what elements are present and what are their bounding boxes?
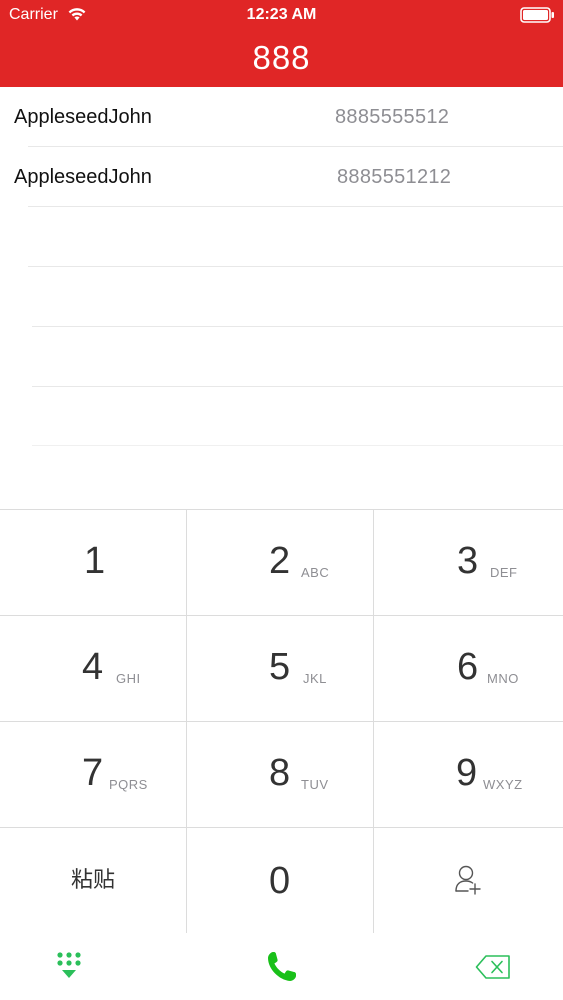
key-letters: TUV (301, 777, 329, 792)
status-time: 12:23 AM (246, 6, 317, 23)
key-digit: 8 (269, 752, 291, 794)
key-letters: GHI (116, 671, 141, 686)
key-1[interactable]: 1 (0, 510, 187, 616)
contact-results-list: AppleseedJohn 8885555512 AppleseedJohn 8… (0, 87, 563, 507)
key-digit: 5 (269, 646, 291, 688)
key-0[interactable]: 0 (187, 828, 374, 934)
row-divider (28, 206, 563, 207)
key-letters: DEF (490, 565, 518, 580)
key-3[interactable]: 3 DEF (374, 510, 563, 616)
key-digit: 0 (269, 860, 291, 902)
key-letters: WXYZ (483, 777, 523, 792)
key-digit: 6 (457, 646, 479, 688)
header: Carrier 12:23 AM 888 (0, 0, 563, 87)
contact-result-row[interactable]: AppleseedJohn 8885551212 (0, 147, 563, 206)
dialed-number-display: 888 (252, 39, 311, 76)
key-letters: JKL (303, 671, 327, 686)
key-digit: 2 (269, 540, 291, 582)
bottom-action-bar (0, 933, 563, 1000)
key-digit: 1 (84, 540, 106, 582)
row-divider (32, 445, 563, 446)
contact-number: 8885551212 (337, 166, 452, 188)
key-8[interactable]: 8 TUV (187, 722, 374, 828)
row-divider (32, 326, 563, 327)
key-7[interactable]: 7 PQRS (0, 722, 187, 828)
add-contact-icon (455, 865, 481, 895)
phone-icon[interactable] (264, 947, 300, 987)
key-letters: MNO (487, 671, 519, 686)
paste-label: 粘贴 (70, 868, 115, 893)
backspace-icon[interactable] (475, 947, 513, 987)
dialpad-icon[interactable] (52, 947, 86, 987)
key-digit: 7 (82, 752, 104, 794)
key-2[interactable]: 2 ABC (187, 510, 374, 616)
status-bar: Carrier 12:23 AM (0, 0, 563, 30)
key-letters: PQRS (109, 777, 148, 792)
key-digit: 3 (457, 540, 479, 582)
paste-button[interactable]: 粘贴 (0, 828, 187, 934)
key-6[interactable]: 6 MNO (374, 616, 563, 722)
contact-result-row[interactable]: AppleseedJohn 8885555512 (0, 87, 563, 146)
key-4[interactable]: 4 GHI (0, 616, 187, 722)
dial-keypad: 1 2 ABC 3 DEF 4 GHI 5 JKL 6 MNO 7 PQRS 8 (0, 509, 563, 934)
key-letters: ABC (301, 565, 330, 580)
add-contact-button[interactable] (374, 828, 563, 934)
contact-number: 8885555512 (335, 106, 450, 128)
row-divider (28, 266, 563, 267)
key-5[interactable]: 5 JKL (187, 616, 374, 722)
key-digit: 4 (82, 646, 104, 688)
contact-name: AppleseedJohn (14, 166, 152, 188)
key-9[interactable]: 9 WXYZ (374, 722, 563, 828)
row-divider (32, 386, 563, 387)
dialer-screen: Carrier 12:23 AM 888 AppleseedJohn 88855… (0, 0, 563, 1000)
battery-icon (520, 7, 554, 23)
key-digit: 9 (456, 752, 478, 794)
contact-name: AppleseedJohn (14, 106, 152, 128)
